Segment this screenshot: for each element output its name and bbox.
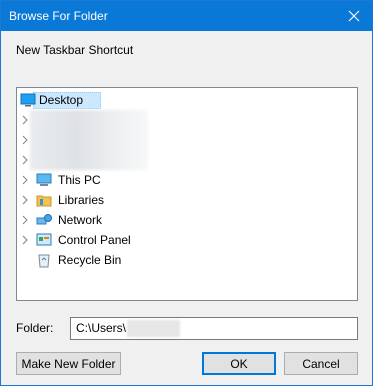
dialog-prompt: New Taskbar Shortcut — [16, 43, 134, 57]
cancel-button[interactable]: Cancel — [284, 352, 358, 375]
tree-item-label: Network — [58, 213, 103, 227]
this-pc-icon — [36, 173, 52, 186]
close-button[interactable] — [336, 1, 372, 31]
make-new-folder-label: Make New Folder — [21, 356, 116, 371]
desktop-icon — [20, 93, 36, 107]
tree-item-label: Libraries — [58, 193, 105, 207]
browse-for-folder-dialog: Browse For Folder New Taskbar Shortcut D… — [0, 0, 373, 386]
tree-item-libraries[interactable]: Libraries — [17, 190, 357, 210]
libraries-icon — [36, 195, 52, 207]
tree-item-this-pc[interactable]: This PC — [17, 170, 357, 190]
folder-path-value: C:\Users\ — [76, 321, 127, 335]
tree-item-label: Desktop — [39, 93, 84, 107]
window-title: Browse For Folder — [9, 9, 108, 23]
tree-item-desktop[interactable]: Desktop — [17, 90, 357, 110]
ok-label: OK — [230, 356, 248, 371]
close-icon — [348, 10, 360, 22]
tree-item-label: This PC — [58, 173, 101, 187]
chevron-right-icon[interactable] — [20, 195, 30, 205]
chevron-right-icon[interactable] — [20, 215, 30, 225]
network-icon — [36, 214, 52, 225]
folder-label: Folder: — [16, 321, 54, 335]
chevron-right-icon[interactable] — [20, 135, 30, 145]
tree-item-network[interactable]: Network — [17, 210, 357, 230]
tree-item-control-panel[interactable]: Control Panel — [17, 230, 357, 250]
tree-item-recycle-bin[interactable]: Recycle Bin — [17, 250, 357, 270]
folder-path-field[interactable]: C:\Users\ — [70, 317, 358, 340]
folder-tree[interactable]: Desktop This PC Libraries Network Contro… — [16, 87, 358, 301]
cancel-label: Cancel — [302, 356, 340, 371]
tree-item-label: Control Panel — [58, 233, 131, 247]
title-bar[interactable]: Browse For Folder — [1, 1, 372, 31]
tree-item-label: Recycle Bin — [58, 253, 122, 267]
make-new-folder-button[interactable]: Make New Folder — [16, 352, 121, 375]
ok-button[interactable]: OK — [202, 352, 276, 375]
chevron-right-icon[interactable] — [20, 115, 30, 125]
recycle-bin-icon — [38, 254, 50, 268]
chevron-right-icon[interactable] — [20, 175, 30, 185]
control-panel-icon — [36, 233, 52, 246]
redacted-user-folders — [30, 110, 148, 170]
chevron-right-icon[interactable] — [20, 235, 30, 245]
chevron-right-icon[interactable] — [20, 155, 30, 165]
redacted-username — [127, 320, 180, 337]
